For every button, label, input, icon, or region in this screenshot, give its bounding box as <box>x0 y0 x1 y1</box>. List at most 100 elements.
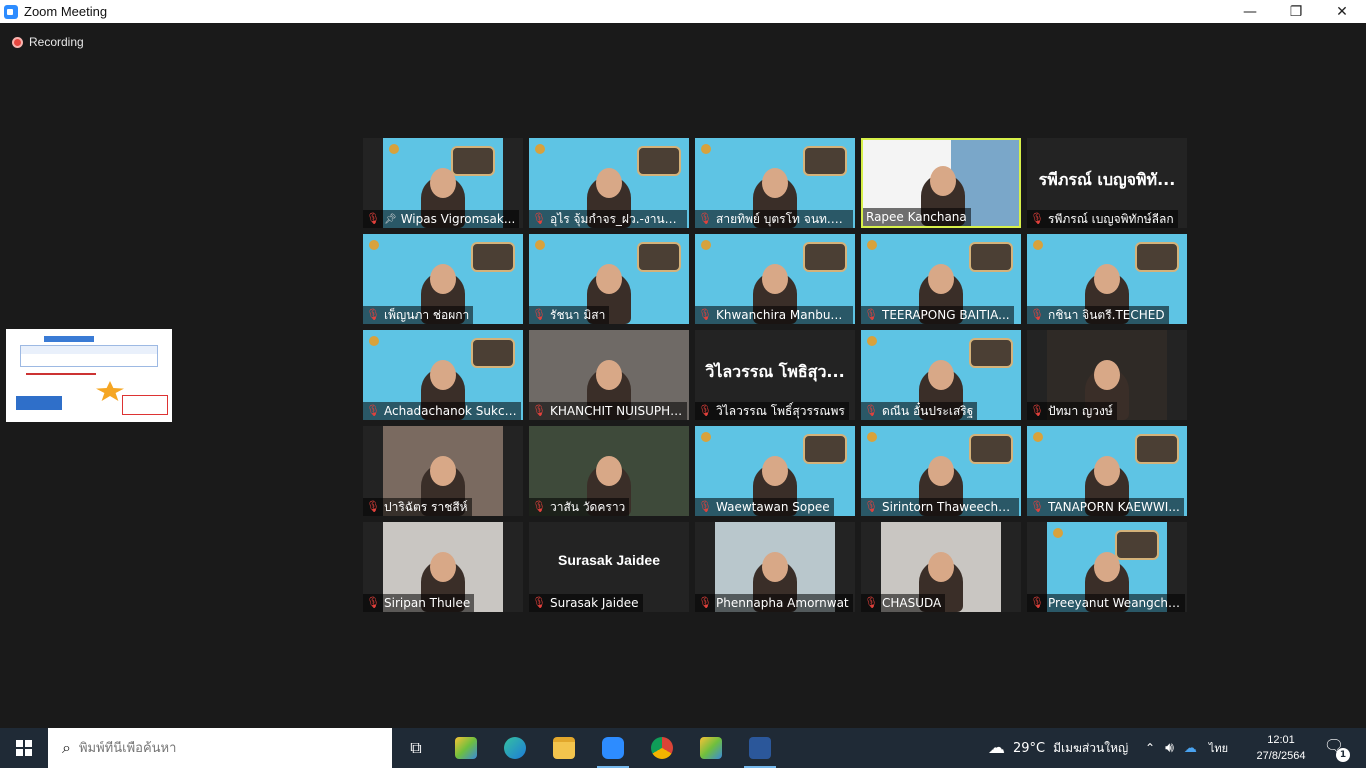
taskbar-search[interactable]: ⌕ <box>48 728 392 768</box>
taskbar-app-file-explorer[interactable] <box>540 728 588 768</box>
mic-muted-icon: 🎙︎ <box>532 596 546 609</box>
participant-tile[interactable]: 🎙︎ KHANCHIT NUISUPHAP <box>529 330 689 420</box>
participant-tile[interactable]: 🎙︎ Waewtawan Sopee <box>695 426 855 516</box>
participant-tile[interactable]: 🎙︎ Khwanchira Manbum... <box>695 234 855 324</box>
participant-tile[interactable]: Rapee Kanchana <box>861 138 1021 228</box>
participant-tile[interactable]: 🎙︎ กชินา จินตรี.TECHED <box>1027 234 1187 324</box>
taskbar-app-zoom[interactable] <box>589 728 637 768</box>
windows-taskbar: ⌕ ⧉ ☁ 29°C มีเมฆส่วนใหญ่ ⌃ 🔊︎ ☁ ไทย 12:0… <box>0 728 1366 768</box>
shared-screen-thumbnail[interactable] <box>6 329 172 422</box>
participant-tile[interactable]: 🎙︎ อุไร จุ้มกำจร_ฝว.-งานประ... <box>529 138 689 228</box>
participant-tile[interactable]: 🎙︎ Phennapha Amornwat <box>695 522 855 612</box>
mic-muted-icon: 🎙︎ <box>864 500 878 513</box>
college-logo-icon <box>867 432 877 442</box>
participant-tile[interactable]: 🎙︎ Siripan Thulee <box>363 522 523 612</box>
participant-tile[interactable]: Surasak Jaidee 🎙︎ Surasak Jaidee <box>529 522 689 612</box>
zoom-icon <box>602 737 624 759</box>
participant-tile[interactable]: 🎙︎ Sirintorn Thaweechart <box>861 426 1021 516</box>
participant-face <box>596 456 622 486</box>
speech-bubble-graphic <box>451 146 495 176</box>
speech-bubble-graphic <box>969 338 1013 368</box>
participant-name-bar: 🎙︎ CHASUDA <box>861 594 946 612</box>
speech-bubble-graphic <box>803 434 847 464</box>
participant-name-bar: 🎙︎ ปาริฉัตร ราชสีห์ <box>363 498 472 516</box>
notification-center-button[interactable]: 🗨︎ 1 <box>1322 736 1350 762</box>
mic-muted-icon: 🎙︎ <box>698 308 712 321</box>
participant-tile[interactable]: 🎙︎ ปัทมา ญวงษ์ <box>1027 330 1187 420</box>
speech-bubble-graphic <box>637 146 681 176</box>
word-icon <box>749 737 771 759</box>
participant-name: Khwanchira Manbum... <box>716 308 849 322</box>
taskbar-app-word[interactable] <box>736 728 784 768</box>
window-title: Zoom Meeting <box>24 4 108 19</box>
college-logo-icon <box>701 432 711 442</box>
participant-display-name: รพีภรณ์ เบญจพิทั... <box>1038 170 1176 189</box>
participant-face <box>1094 264 1120 294</box>
participant-tile[interactable]: 🎙︎ Achadachanok Sukch... <box>363 330 523 420</box>
participant-tile[interactable]: 🎙︎ 📌︎ Wipas Vigromsak... <box>363 138 523 228</box>
recording-indicator[interactable]: Recording <box>12 35 84 49</box>
mic-muted-icon: 🎙︎ <box>366 212 380 225</box>
participant-name: Siripan Thulee <box>384 596 471 610</box>
participant-name: Sirintorn Thaweechart <box>882 500 1015 514</box>
participant-face <box>596 264 622 294</box>
participant-tile[interactable]: รพีภรณ์ เบญจพิทั... 🎙︎ รพีภรณ์ เบญจพิทักษ์… <box>1027 138 1187 228</box>
participant-face <box>430 552 456 582</box>
college-logo-icon <box>867 336 877 346</box>
taskbar-app-chrome[interactable] <box>638 728 686 768</box>
participant-tile[interactable]: 🎙︎ วาสัน วัดคราว <box>529 426 689 516</box>
participant-tile[interactable]: 🎙︎ ปาริฉัตร ราชสีห์ <box>363 426 523 516</box>
mic-muted-icon: 🎙︎ <box>698 212 712 225</box>
participant-name-bar: 🎙︎ Waewtawan Sopee <box>695 498 834 516</box>
speech-bubble-graphic <box>803 242 847 272</box>
participant-tile[interactable]: วิไลวรรณ โพธิสุว... 🎙︎ วิไลวรรณ โพธิ์สุวรร… <box>695 330 855 420</box>
participant-name-bar: 🎙︎ Preeyanut Weangcha... <box>1027 594 1185 612</box>
participant-tile[interactable]: 🎙︎ Preeyanut Weangcha... <box>1027 522 1187 612</box>
participant-name-bar: 🎙︎ ดณีน อั๋นประเสริฐ <box>861 402 978 420</box>
participant-tile[interactable]: 🎙︎ สายทิพย์ บุตรโท จนท.ปร... <box>695 138 855 228</box>
mic-muted-icon: 🎙︎ <box>366 500 380 513</box>
participant-name-bar: Rapee Kanchana <box>863 208 971 226</box>
speaker-icon[interactable]: 🔊︎ <box>1165 740 1174 756</box>
search-input[interactable] <box>78 740 359 756</box>
shared-screen-highlight-box <box>122 395 168 415</box>
cloud-icon: ☁ <box>988 738 1005 758</box>
participant-tile[interactable]: 🎙︎ เพ็ญนภา ช่อผกา <box>363 234 523 324</box>
taskbar-clock[interactable]: 12:01 27/8/2564 <box>1252 732 1310 764</box>
chrome-icon <box>651 737 673 759</box>
participant-face <box>928 360 954 390</box>
minimize-button[interactable]: — <box>1227 0 1273 23</box>
onedrive-cloud-icon[interactable]: ☁ <box>1184 741 1197 756</box>
pin-icon: 📌︎ <box>384 213 397 225</box>
search-icon: ⌕ <box>62 738 71 757</box>
start-button[interactable] <box>0 728 48 768</box>
task-view-button[interactable]: ⧉ <box>392 728 440 768</box>
system-tray: ⌃ 🔊︎ ☁ ไทย <box>1145 728 1228 768</box>
taskbar-app-edge[interactable] <box>491 728 539 768</box>
participant-name-bar: 🎙︎ เพ็ญนภา ช่อผกา <box>363 306 474 324</box>
mic-muted-icon: 🎙︎ <box>698 596 712 609</box>
close-button[interactable]: ✕ <box>1319 0 1365 23</box>
participant-tile[interactable]: 🎙︎ รัชนา มิสา <box>529 234 689 324</box>
chevron-up-icon[interactable]: ⌃ <box>1145 741 1155 755</box>
participant-tile[interactable]: 🎙︎ CHASUDA <box>861 522 1021 612</box>
participant-tile[interactable]: 🎙︎ TEERAPONG BAITIA... <box>861 234 1021 324</box>
participant-tile[interactable]: 🎙︎ ดณีน อั๋นประเสริฐ <box>861 330 1021 420</box>
task-view-icon: ⧉ <box>410 738 422 757</box>
participant-name: Surasak Jaidee <box>550 596 639 610</box>
participant-face <box>1094 360 1120 390</box>
notification-badge: 1 <box>1336 748 1350 762</box>
participant-name-bar: 🎙︎ TANAPORN KAEWWI... <box>1027 498 1184 516</box>
language-indicator[interactable]: ไทย <box>1209 739 1228 757</box>
taskbar-app-bluestacks-1[interactable] <box>442 728 490 768</box>
participant-tile[interactable]: 🎙︎ TANAPORN KAEWWI... <box>1027 426 1187 516</box>
participant-name: Achadachanok Sukch... <box>384 404 517 418</box>
taskbar-app-bluestacks-2[interactable] <box>687 728 735 768</box>
clock-time: 12:01 <box>1267 734 1295 746</box>
maximize-button[interactable]: ❐ <box>1273 0 1319 23</box>
weather-desc: มีเมฆส่วนใหญ่ <box>1053 740 1129 755</box>
weather-widget[interactable]: ☁ 29°C มีเมฆส่วนใหญ่ <box>988 728 1128 768</box>
participant-name-bar: 🎙︎ Achadachanok Sukch... <box>363 402 521 420</box>
speech-bubble-graphic <box>637 242 681 272</box>
shared-screen-annotation <box>26 373 96 375</box>
